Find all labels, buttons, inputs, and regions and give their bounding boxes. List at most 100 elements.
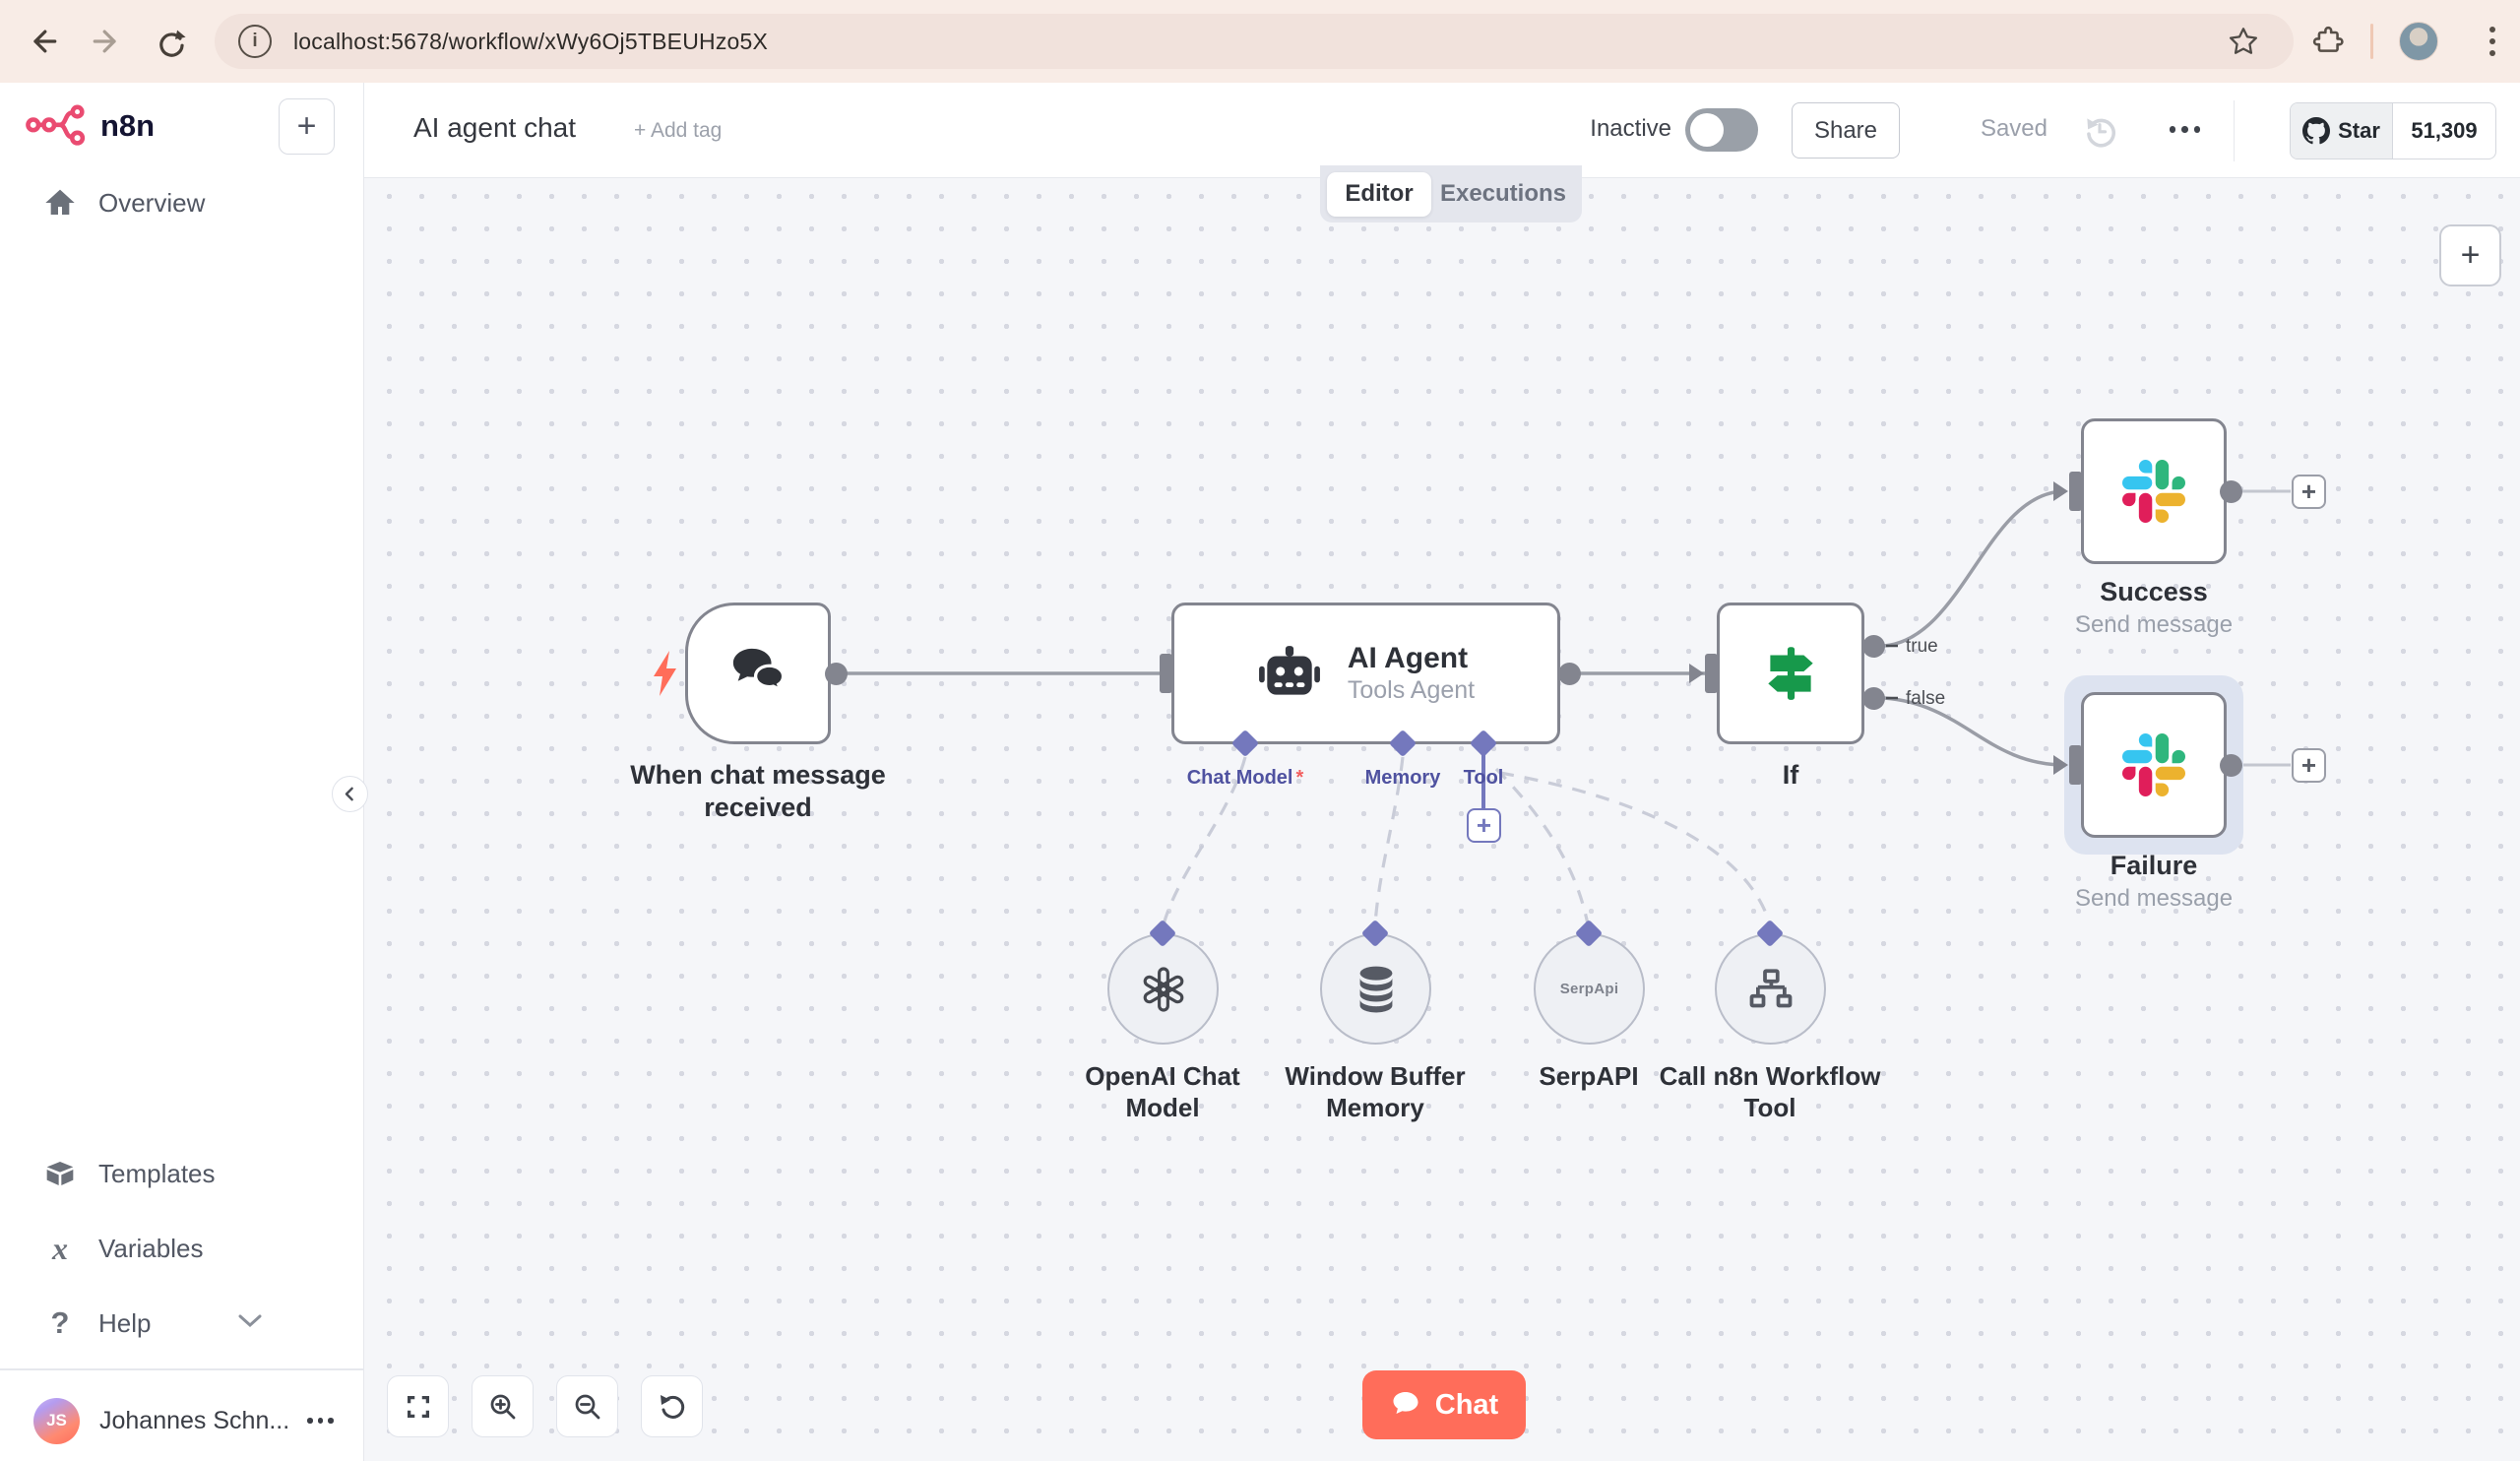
workflow-title[interactable]: AI agent chat (413, 112, 576, 144)
add-tool-button[interactable]: + (1467, 808, 1501, 843)
new-workflow-button[interactable]: + (279, 98, 335, 155)
tab-executions[interactable]: Executions (1431, 172, 1575, 217)
sidebar-item-label: Variables (98, 1233, 204, 1263)
chat-button-label: Chat (1434, 1388, 1499, 1421)
browser-chrome: i localhost:5678/workflow/xWy6Oj5TBEUHzo… (0, 0, 2520, 83)
slack-icon (2122, 460, 2185, 523)
if-false-label: false (1906, 688, 1946, 709)
header-divider (2233, 100, 2235, 161)
history-icon[interactable] (2077, 108, 2122, 154)
extensions-puzzle-icon[interactable] (2305, 21, 2347, 62)
share-button[interactable]: Share (1792, 102, 1900, 159)
workflow-canvas[interactable]: When chat message received AI Agent Tool… (364, 178, 2520, 1461)
chat-bubbles-icon (732, 648, 786, 693)
chat-button[interactable]: Chat (1362, 1370, 1526, 1439)
sidebar-divider (0, 1368, 364, 1370)
variables-x-icon: x (52, 1230, 68, 1266)
tab-editor[interactable]: Editor (1327, 171, 1431, 217)
failure-input-arrow (2053, 755, 2068, 775)
node-serpapi[interactable]: SerpApi (1534, 933, 1645, 1045)
agent-subtitle: Tools Agent (1347, 676, 1476, 704)
sidebar-item-help[interactable]: ? Help (0, 1296, 364, 1351)
node-ai-agent[interactable]: AI Agent Tools Agent (1171, 603, 1560, 744)
node-label: Success (2100, 577, 2208, 606)
user-menu[interactable]: JS Johannes Schn... (0, 1392, 364, 1449)
node-call-n8n-workflow-tool[interactable] (1715, 933, 1826, 1045)
success-input-port[interactable] (2069, 472, 2082, 511)
slack-icon (2122, 733, 2185, 796)
active-toggle[interactable] (1685, 108, 1758, 152)
sitemap-icon (1749, 968, 1792, 1007)
agent-output-port[interactable] (1558, 663, 1581, 685)
sidebar-collapse-button[interactable] (332, 776, 368, 812)
url-text: localhost:5678/workflow/xWy6Oj5TBEUHzo5X (293, 28, 769, 54)
if-true-label: true (1906, 636, 1938, 657)
add-node-button[interactable]: + (2439, 224, 2501, 286)
site-info-icon[interactable]: i (238, 25, 272, 58)
github-star-widget[interactable]: Star 51,309 (2290, 102, 2496, 159)
node-label: Failure (2110, 851, 2198, 880)
github-star-label: Star (2338, 118, 2380, 143)
failure-output-port[interactable] (2220, 754, 2242, 777)
brand-name: n8n (100, 107, 156, 143)
zoom-in-button[interactable] (472, 1375, 534, 1437)
node-success[interactable] (2081, 418, 2227, 564)
node-subtitle: Send message (2074, 885, 2234, 912)
sidebar-item-templates[interactable]: Templates (0, 1146, 364, 1201)
github-icon (2302, 117, 2331, 145)
failure-add-node-button[interactable]: + (2292, 748, 2326, 783)
browser-profile-avatar[interactable] (2399, 22, 2438, 61)
failure-input-port[interactable] (2069, 745, 2082, 785)
add-tag-button[interactable]: + Add tag (634, 119, 722, 143)
node-failure[interactable] (2081, 692, 2227, 838)
sub-node-label: Call n8n Workflow Tool (1659, 1061, 1881, 1122)
user-options-icon[interactable] (307, 1418, 334, 1424)
if-true-output-port[interactable] (1862, 635, 1885, 658)
workflow-menu-icon[interactable] (2169, 126, 2200, 133)
fit-view-button[interactable] (387, 1375, 449, 1437)
if-input-arrow (1689, 664, 1704, 683)
success-output-port[interactable] (2220, 480, 2242, 503)
view-tabs: Editor Executions (1320, 165, 1582, 222)
sidebar-item-label: Templates (98, 1158, 216, 1188)
success-input-arrow (2053, 481, 2068, 501)
sub-node-label: OpenAI Chat Model (1085, 1061, 1240, 1122)
agent-input-port[interactable] (1160, 654, 1172, 693)
bookmark-star-icon[interactable] (2227, 25, 2260, 63)
chevron-down-icon (237, 1313, 263, 1334)
sidebar-item-label: Help (98, 1307, 152, 1338)
browser-window: i localhost:5678/workflow/xWy6Oj5TBEUHzo… (0, 0, 2520, 1461)
reload-icon[interactable] (150, 21, 191, 62)
zoom-out-button[interactable] (556, 1375, 618, 1437)
workflow-header: AI agent chat + Add tag Inactive Share S… (364, 83, 2520, 178)
node-window-buffer-memory[interactable] (1320, 933, 1431, 1045)
user-avatar: JS (33, 1397, 80, 1444)
node-label: When chat message received (630, 760, 886, 822)
github-star-count: 51,309 (2411, 118, 2478, 143)
url-bar[interactable]: i localhost:5678/workflow/xWy6Oj5TBEUHzo… (215, 14, 2294, 69)
back-icon[interactable] (22, 21, 63, 62)
node-if[interactable] (1717, 603, 1864, 744)
node-subtitle: Send message (2074, 611, 2234, 638)
openai-icon (1143, 966, 1183, 1012)
sidebar-item-variables[interactable]: x Variables (0, 1221, 364, 1276)
forward-icon[interactable] (87, 21, 128, 62)
help-question-icon: ? (50, 1305, 70, 1340)
sidebar-item-label: Overview (98, 187, 206, 218)
success-add-node-button[interactable]: + (2292, 475, 2326, 509)
node-when-chat-message-received[interactable] (685, 603, 831, 744)
templates-box-icon (43, 1159, 77, 1188)
trigger-output-port[interactable] (825, 663, 848, 685)
chat-bubble-icon (1393, 1392, 1418, 1414)
sidebar-item-overview[interactable]: Overview (0, 175, 364, 230)
database-icon (1359, 966, 1392, 1012)
reset-zoom-button[interactable] (641, 1375, 703, 1437)
if-false-output-port[interactable] (1862, 687, 1885, 710)
agent-title: AI Agent (1347, 642, 1469, 674)
port-label-tool: Tool (1463, 767, 1504, 789)
if-input-port[interactable] (1705, 654, 1718, 693)
trigger-bolt-icon (648, 649, 681, 703)
sidebar: n8n + Overview Templates x Variables ? H… (0, 83, 364, 1461)
chrome-menu-icon[interactable] (2473, 22, 2512, 61)
node-openai-chat-model[interactable] (1107, 933, 1219, 1045)
